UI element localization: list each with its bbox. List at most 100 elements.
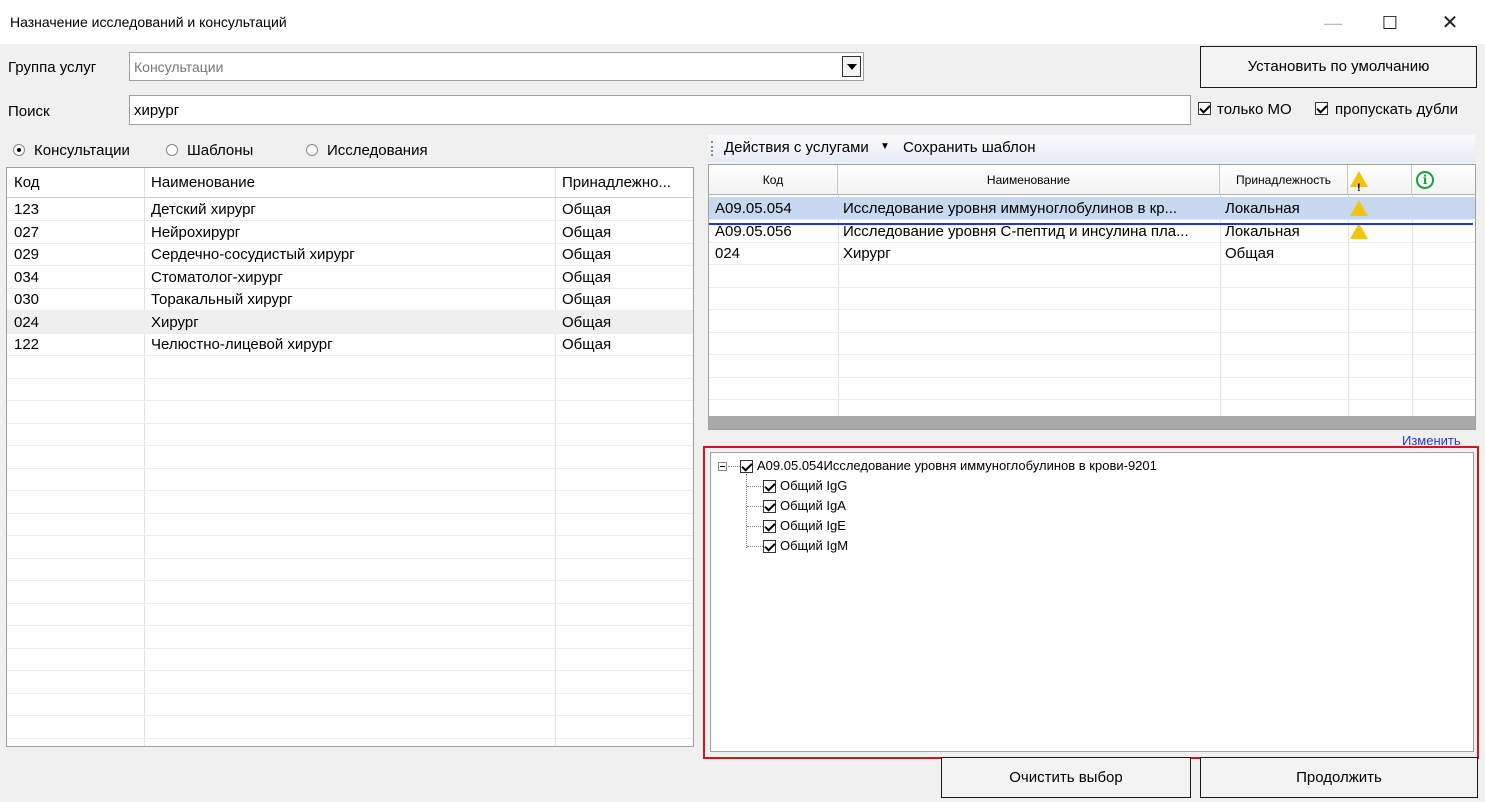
row-code: 027 (14, 223, 40, 241)
row-name: Хирург (843, 245, 891, 262)
table-row[interactable] (7, 603, 693, 626)
selected-services-table: Код Наименование Принадлежность i A09.05… (708, 164, 1476, 430)
group-select[interactable]: Консультации (129, 52, 864, 81)
row-belong: Общая (562, 223, 612, 241)
table-row[interactable]: 024 Хирург Общая (709, 242, 1475, 265)
radio-templates[interactable] (166, 144, 178, 156)
radio-consultations[interactable] (13, 144, 25, 156)
row-name: Сердечно-сосудистый хирург (151, 246, 355, 263)
table-row[interactable] (7, 378, 693, 401)
row-belong: Общая (562, 291, 612, 308)
group-select-value: Консультации (134, 59, 224, 75)
row-belong: Локальная (1225, 200, 1300, 217)
table-row[interactable]: 122 Челюстно-лицевой хирург Общая (7, 333, 693, 356)
column-header-name[interactable]: Наименование (151, 174, 255, 191)
chevron-down-icon[interactable]: ▼ (880, 141, 890, 152)
table-row[interactable] (709, 310, 1475, 333)
table-row[interactable] (7, 491, 693, 514)
radio-templates-label[interactable]: Шаблоны (187, 142, 253, 159)
table-row[interactable]: 030 Торакальный хирург Общая (7, 288, 693, 311)
row-name: Исследование уровня С-пептид и инсулина … (843, 222, 1189, 240)
save-template-button[interactable]: Сохранить шаблон (903, 139, 1036, 156)
selected-row-underline (709, 223, 1473, 225)
column-header-code[interactable]: Код (709, 165, 838, 195)
table-row[interactable] (7, 716, 693, 739)
row-code: 034 (14, 268, 40, 286)
table-row[interactable] (7, 581, 693, 604)
table-row[interactable] (7, 536, 693, 559)
table-row[interactable] (7, 446, 693, 469)
warning-icon (1350, 171, 1368, 203)
table-row[interactable] (7, 693, 693, 716)
column-header-name[interactable]: Наименование (838, 165, 1220, 195)
row-belong: Общая (562, 246, 612, 263)
dropdown-arrow-icon[interactable] (842, 56, 861, 77)
row-name: Торакальный хирург (151, 291, 293, 308)
table-row[interactable] (7, 356, 693, 379)
table-row[interactable] (7, 513, 693, 536)
table-row[interactable]: 123 Детский хирург Общая (7, 198, 693, 221)
table-row[interactable] (7, 648, 693, 671)
row-code: A09.05.054 (715, 200, 792, 217)
actions-menu[interactable]: Действия с услугами (724, 139, 869, 156)
services-toolbar: Действия с услугами ▼ Сохранить шаблон (708, 135, 1475, 162)
table-row[interactable] (7, 626, 693, 649)
table-row[interactable] (7, 671, 693, 694)
column-header-warning[interactable] (1348, 165, 1412, 203)
row-belong: Общая (562, 201, 612, 218)
set-default-button[interactable]: Установить по умолчанию (1200, 46, 1477, 88)
search-input-value: хирург (134, 102, 180, 119)
only-mo-label: только МО (1217, 101, 1292, 118)
title-bar: Назначение исследований и консультаций —… (0, 0, 1485, 44)
row-code: 123 (14, 201, 40, 218)
info-icon: i (1416, 171, 1434, 189)
table-row[interactable] (709, 377, 1475, 400)
table-row[interactable] (709, 287, 1475, 310)
row-code: 024 (14, 313, 40, 331)
row-belong: Общая (562, 268, 612, 286)
table-row[interactable] (709, 332, 1475, 355)
search-label: Поиск (8, 103, 50, 120)
column-header-belong[interactable]: Принадлежность (1220, 165, 1348, 195)
table-row[interactable] (7, 423, 693, 446)
maximize-button[interactable]: ☐ (1367, 8, 1413, 38)
search-input[interactable]: хирург (129, 95, 1191, 125)
row-name: Детский хирург (151, 201, 256, 218)
skip-duplicates-checkbox[interactable] (1315, 102, 1328, 115)
minimize-button[interactable]: — (1310, 8, 1356, 38)
table-row[interactable]: A09.05.054 Исследование уровня иммуноглоб… (709, 197, 1475, 220)
clear-selection-button[interactable]: Очистить выбор (941, 757, 1191, 798)
row-name: Челюстно-лицевой хирург (151, 336, 333, 353)
table-header: Код Наименование Принадлежно... (7, 168, 693, 198)
continue-button[interactable]: Продолжить (1200, 757, 1478, 798)
row-code: 024 (715, 245, 741, 262)
radio-research-label[interactable]: Исследования (327, 142, 428, 159)
table-row[interactable]: 029 Сердечно-сосудистый хирург Общая (7, 243, 693, 266)
row-code: A09.05.056 (715, 222, 792, 240)
toolbar-grip-icon[interactable] (711, 141, 713, 156)
table-row[interactable] (7, 401, 693, 424)
row-name: Хирург (151, 313, 199, 331)
row-code: 029 (14, 246, 40, 263)
table-row[interactable]: 034 Стоматолог-хирург Общая (7, 266, 693, 289)
table-row[interactable]: 027 Нейрохирург Общая (7, 221, 693, 244)
row-belong: Общая (1225, 245, 1275, 262)
row-belong: Общая (562, 313, 612, 331)
column-header-belong[interactable]: Принадлежно... (562, 174, 671, 191)
window-title: Назначение исследований и консультаций (10, 14, 287, 30)
table-row[interactable]: 024 Хирург Общая (7, 310, 693, 334)
table-footer (709, 416, 1475, 429)
row-code: 030 (14, 291, 40, 308)
table-row[interactable] (7, 558, 693, 581)
close-button[interactable]: ✕ (1427, 8, 1473, 38)
row-code: 122 (14, 336, 40, 353)
radio-research[interactable] (306, 144, 318, 156)
table-row[interactable] (7, 468, 693, 491)
radio-consultations-label[interactable]: Консультации (34, 142, 130, 159)
only-mo-checkbox[interactable] (1198, 102, 1211, 115)
table-row[interactable] (709, 265, 1475, 288)
row-belong: Локальная (1225, 222, 1300, 240)
column-header-info[interactable]: i (1412, 165, 1475, 195)
column-header-code[interactable]: Код (14, 174, 40, 191)
table-row[interactable] (709, 355, 1475, 378)
